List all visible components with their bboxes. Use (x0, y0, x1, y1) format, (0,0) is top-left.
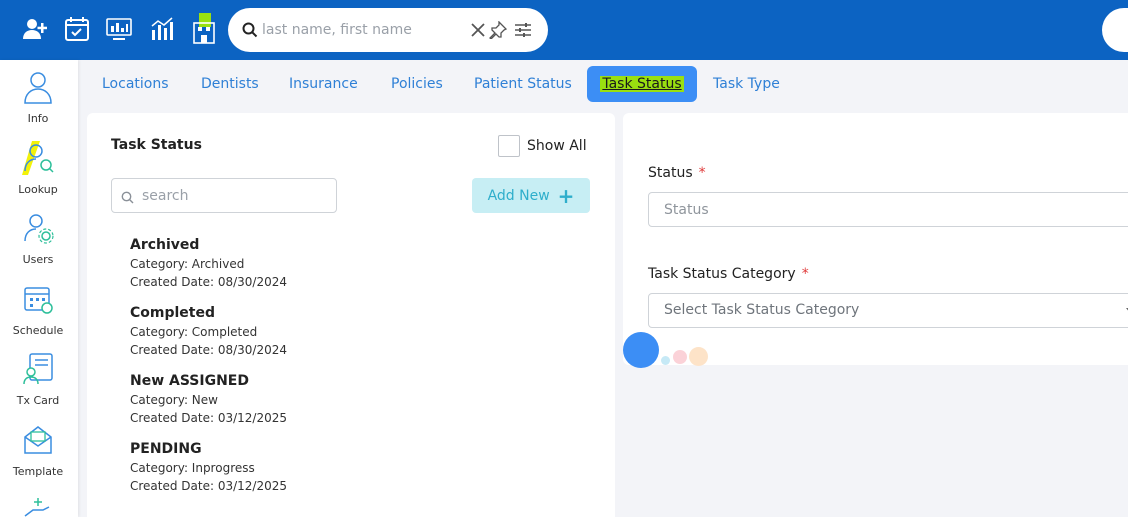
item-category: Category: Inprogress (130, 461, 255, 475)
panel-title: Task Status (111, 137, 202, 153)
search-icon (121, 189, 134, 208)
account-button[interactable] (1102, 8, 1128, 52)
user-gear-icon (22, 211, 54, 245)
tab-task-type[interactable]: Task Type (713, 66, 780, 102)
category-select-value: Select Task Status Category (664, 302, 860, 318)
item-name: PENDING (130, 441, 202, 457)
sidebar-item-label: Info (27, 112, 49, 125)
hand-plus-icon (22, 496, 54, 517)
list-item[interactable]: Completed Category: Completed Created Da… (130, 303, 570, 371)
category-label: Task Status Category * (648, 266, 809, 282)
list-search-box (111, 178, 337, 213)
add-new-label: Add New (487, 187, 550, 204)
status-field (648, 192, 1128, 227)
patient-search-box (228, 8, 548, 52)
calendar-check-icon[interactable] (62, 12, 92, 46)
calendar-icon (22, 282, 54, 316)
category-select[interactable]: Select Task Status Category (648, 293, 1128, 328)
list-item[interactable]: New ASSIGNED Category: New Created Date:… (130, 371, 570, 439)
list-item[interactable]: PENDING Category: Inprogress Created Dat… (130, 439, 570, 507)
show-all-toggle[interactable]: Show All (498, 135, 587, 157)
sidebar-item-lookup[interactable]: Lookup (0, 135, 76, 199)
sidebar-item-schedule[interactable]: Schedule (0, 276, 76, 340)
task-status-form-panel: Status * Task Status Category * Select Tas… (623, 113, 1128, 368)
sidebar-item-label: Tx Card (16, 394, 60, 407)
status-input[interactable] (664, 200, 1104, 220)
sidebar-item-more[interactable] (0, 488, 76, 517)
search-icon (240, 20, 260, 40)
loading-dot (673, 350, 687, 364)
category-label-text: Task Status Category (648, 266, 796, 282)
plus-icon: + (557, 183, 575, 208)
tab-insurance[interactable]: Insurance (289, 66, 358, 102)
loading-dot (623, 332, 659, 368)
item-name: Archived (130, 237, 200, 253)
sidebar-item-users[interactable]: Users (0, 205, 76, 269)
show-all-checkbox[interactable] (498, 135, 520, 157)
required-mark: * (698, 165, 706, 181)
item-category: Category: New (130, 393, 218, 407)
item-created-date: Created Date: 08/30/2024 (130, 275, 288, 289)
bar-chart-icon[interactable] (147, 12, 177, 46)
list-search-input[interactable] (142, 186, 322, 206)
tab-locations[interactable]: Locations (102, 66, 169, 102)
sidebar-item-info[interactable]: Info (0, 64, 76, 128)
clear-icon[interactable] (468, 20, 488, 40)
tab-dentists[interactable]: Dentists (201, 66, 259, 102)
task-status-list: Archived Category: Archived Created Date… (130, 235, 570, 507)
person-search-icon (22, 141, 54, 175)
tab-task-status-label: Task Status (600, 76, 684, 92)
item-category: Category: Completed (130, 325, 258, 339)
sidebar-item-label: Template (12, 465, 64, 478)
sidebar: Info Lookup Users Schedule Tx Card Templ… (0, 60, 78, 517)
task-status-list-panel: Task Status Show All Add New + Archived … (87, 113, 615, 517)
item-name: New ASSIGNED (130, 373, 249, 389)
required-mark: * (801, 266, 809, 282)
item-created-date: Created Date: 03/12/2025 (130, 411, 288, 425)
sidebar-item-label: Schedule (12, 324, 64, 337)
building-icon[interactable] (189, 12, 219, 46)
person-icon (22, 70, 54, 104)
sidebar-item-tx-card[interactable]: Tx Card (0, 346, 76, 410)
sidebar-item-label: Users (22, 253, 54, 266)
item-created-date: Created Date: 03/12/2025 (130, 479, 288, 493)
add-user-icon[interactable] (20, 12, 50, 46)
item-created-date: Created Date: 08/30/2024 (130, 343, 288, 357)
sidebar-item-template[interactable]: Template (0, 417, 76, 481)
status-label: Status * (648, 165, 706, 181)
envelope-icon (22, 423, 54, 457)
loading-dot (661, 356, 670, 365)
tab-policies[interactable]: Policies (391, 66, 443, 102)
filter-sliders-icon[interactable] (513, 20, 533, 40)
item-name: Completed (130, 305, 216, 321)
status-label-text: Status (648, 165, 693, 181)
top-bar (0, 0, 1128, 60)
add-new-button[interactable]: Add New + (472, 178, 590, 213)
pin-icon[interactable] (488, 20, 508, 40)
patient-search-input[interactable] (262, 18, 462, 42)
monitor-chart-icon[interactable] (104, 12, 134, 46)
card-person-icon (22, 352, 54, 386)
sidebar-item-label: Lookup (18, 183, 58, 196)
show-all-label: Show All (527, 138, 587, 154)
tab-task-status[interactable]: Task Status (587, 66, 697, 102)
list-item[interactable]: Archived Category: Archived Created Date… (130, 235, 570, 303)
tab-patient-status[interactable]: Patient Status (474, 66, 572, 102)
loading-dot (689, 347, 708, 366)
item-category: Category: Archived (130, 257, 245, 271)
